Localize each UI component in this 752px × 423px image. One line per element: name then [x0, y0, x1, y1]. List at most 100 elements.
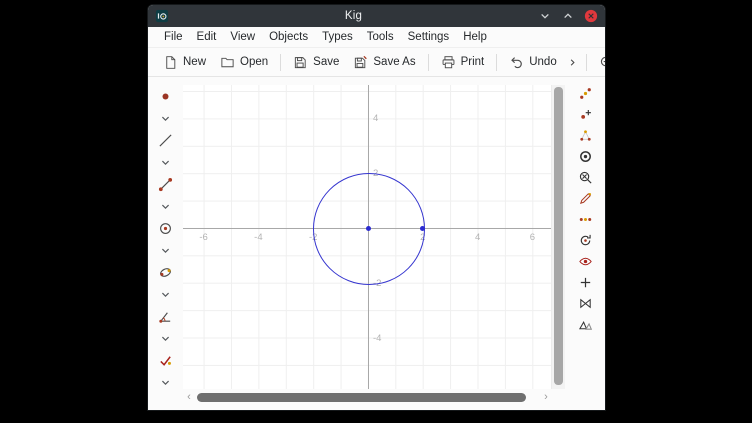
angle-tool[interactable]	[148, 305, 183, 327]
x-tick-label: -6	[199, 232, 207, 243]
point-object[interactable]	[366, 226, 371, 231]
chevron-down-icon	[159, 112, 172, 125]
toolbar-separator	[428, 54, 429, 71]
show-hidden-tool[interactable]	[565, 251, 605, 272]
save-as-icon	[353, 55, 368, 70]
undo-icon	[509, 55, 524, 70]
hide-cross-icon	[578, 170, 593, 185]
line-tools-expander[interactable]	[148, 151, 183, 173]
menu-view[interactable]: View	[223, 29, 262, 45]
new-button[interactable]: New	[156, 51, 213, 74]
horizontal-scrollbar[interactable]: ‹ ›	[183, 391, 552, 404]
x-tick-label: -4	[254, 232, 262, 243]
segment-icon	[158, 177, 173, 192]
chevron-down-icon	[538, 9, 552, 23]
horizontal-scrollbar-thumb[interactable]	[197, 393, 526, 402]
open-button[interactable]: Open	[213, 51, 275, 74]
vertex-points-tool[interactable]	[565, 125, 605, 146]
circle-tools-expander[interactable]	[148, 239, 183, 261]
measure-tools-expander[interactable]	[148, 327, 183, 349]
point-object[interactable]	[420, 226, 425, 231]
main-content: -6-4-224642-2-4 ‹ ›	[148, 77, 605, 410]
y-tick-label: -4	[373, 333, 381, 344]
window-title: Kig	[169, 10, 538, 22]
point-plus-icon	[578, 107, 593, 122]
vertical-scrollbar-thumb[interactable]	[554, 87, 563, 385]
toolbar-separator	[586, 54, 587, 71]
undo-button[interactable]: Undo	[502, 51, 564, 74]
chevron-right-icon	[567, 57, 578, 68]
angle-icon	[158, 309, 173, 324]
line-tool[interactable]	[148, 129, 183, 151]
scroll-left-arrow-icon[interactable]: ‹	[183, 391, 195, 404]
titlebar[interactable]: Kig	[148, 5, 605, 27]
conic-tools-expander[interactable]	[148, 283, 183, 305]
triangles-icon	[578, 317, 593, 332]
maximize-button[interactable]	[561, 9, 575, 23]
test-tools-expander[interactable]	[148, 371, 183, 393]
close-x-icon	[584, 9, 598, 23]
conic-by-points-tool[interactable]	[565, 146, 605, 167]
hide-object-tool[interactable]	[565, 167, 605, 188]
segment-tool[interactable]	[148, 173, 183, 195]
geometry-canvas[interactable]: -6-4-224642-2-4	[183, 85, 551, 389]
conic-tool[interactable]	[148, 261, 183, 283]
toolbar-overflow-chevron[interactable]	[564, 53, 581, 72]
toolbar-button-label: New	[183, 56, 206, 68]
rotate-tool[interactable]	[565, 230, 605, 251]
circle-tool[interactable]	[148, 217, 183, 239]
doc-new-icon	[163, 55, 178, 70]
toolbar-button-label: Save As	[373, 56, 415, 68]
toolbar-button-label: Save	[313, 56, 339, 68]
menu-bar: FileEditViewObjectsTypesToolsSettingsHel…	[148, 27, 605, 47]
reflect-tool[interactable]	[565, 293, 605, 314]
scroll-right-arrow-icon[interactable]: ›	[540, 391, 552, 404]
chevron-down-icon	[159, 200, 172, 213]
close-button[interactable]	[584, 9, 598, 23]
circle-icon	[158, 221, 173, 236]
rotate-icon	[578, 233, 593, 248]
app-icon	[155, 9, 169, 23]
menu-objects[interactable]: Objects	[262, 29, 315, 45]
point-tool[interactable]	[148, 85, 183, 107]
menu-settings[interactable]: Settings	[401, 29, 457, 45]
vertical-scrollbar[interactable]	[551, 85, 565, 389]
menu-edit[interactable]: Edit	[190, 29, 224, 45]
dots-row-icon	[578, 212, 593, 227]
similarity-tool[interactable]	[565, 314, 605, 335]
horizontal-scrollbar-track[interactable]	[195, 393, 540, 402]
pencil-icon	[578, 191, 593, 206]
menu-types[interactable]: Types	[315, 29, 360, 45]
toolbar-separator	[280, 54, 281, 71]
zoom-in-button[interactable]: Zoom In	[592, 51, 605, 74]
chevron-up-icon	[561, 9, 575, 23]
right-toolbar	[565, 77, 605, 410]
main-toolbar: New Open Save Save As Print Undo Zoom In	[148, 47, 605, 77]
test-tool[interactable]	[148, 349, 183, 371]
y-tick-label: 4	[373, 113, 378, 124]
menu-tools[interactable]: Tools	[360, 29, 401, 45]
move-object-tool[interactable]	[565, 188, 605, 209]
print-icon	[441, 55, 456, 70]
segment-tools-expander[interactable]	[148, 195, 183, 217]
save-as-button[interactable]: Save As	[346, 51, 422, 74]
point-by-coordinates-tool[interactable]	[565, 104, 605, 125]
label-tool[interactable]	[565, 83, 605, 104]
dots-triple-icon	[578, 128, 593, 143]
locus-tool[interactable]	[565, 209, 605, 230]
chevron-down-icon	[159, 332, 172, 345]
canvas-area: -6-4-224642-2-4 ‹ ›	[183, 77, 565, 410]
menu-file[interactable]: File	[157, 29, 190, 45]
menu-help[interactable]: Help	[456, 29, 494, 45]
window-controls	[538, 9, 598, 23]
eye-red-icon	[578, 254, 593, 269]
minimize-button[interactable]	[538, 9, 552, 23]
translate-tool[interactable]	[565, 272, 605, 293]
point-tools-expander[interactable]	[148, 107, 183, 129]
point-icon	[158, 89, 173, 104]
save-button[interactable]: Save	[286, 51, 346, 74]
left-toolbar	[148, 77, 183, 410]
print-button[interactable]: Print	[434, 51, 492, 74]
ring-dot-icon	[578, 149, 593, 164]
bowtie-icon	[578, 296, 593, 311]
